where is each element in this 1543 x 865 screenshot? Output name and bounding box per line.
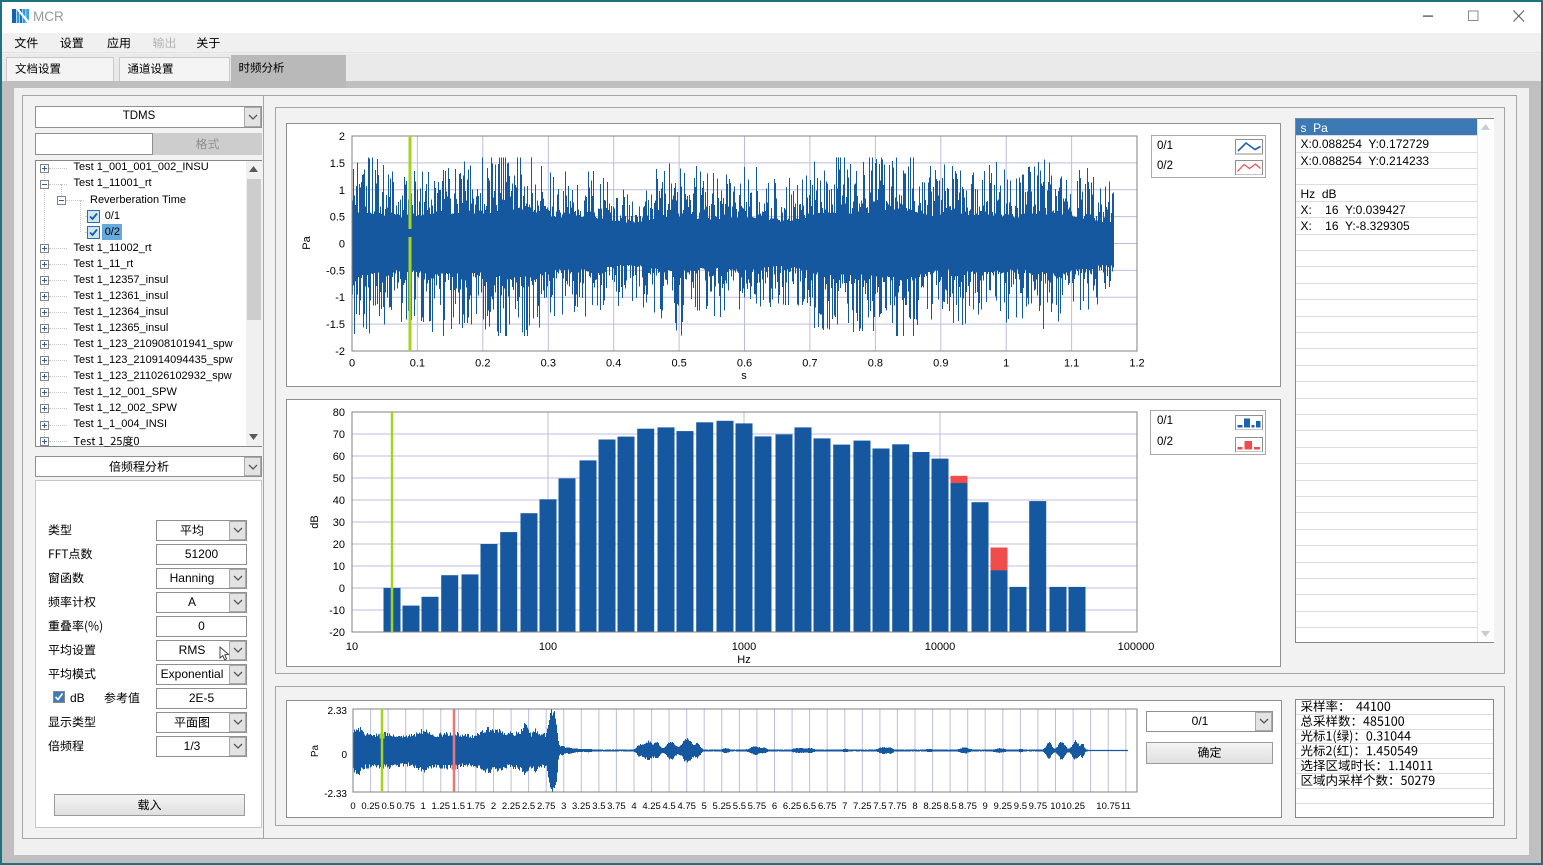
svg-text:4.25: 4.25 <box>642 801 661 812</box>
svg-text:7: 7 <box>842 801 847 812</box>
svg-text:-0.5: -0.5 <box>326 265 345 277</box>
svg-text:0.5: 0.5 <box>381 801 394 812</box>
svg-text:10.75: 10.75 <box>1096 801 1120 812</box>
svg-text:5.5: 5.5 <box>733 801 746 812</box>
svg-text:0: 0 <box>339 239 345 251</box>
svg-text:0: 0 <box>350 801 355 812</box>
svg-text:10: 10 <box>333 561 345 573</box>
svg-text:0.6: 0.6 <box>737 358 752 370</box>
svg-text:80: 80 <box>333 407 345 419</box>
svg-text:3.75: 3.75 <box>607 801 626 812</box>
svg-text:60: 60 <box>333 451 345 463</box>
svg-text:1.75: 1.75 <box>467 801 486 812</box>
svg-text:-20: -20 <box>329 627 345 639</box>
svg-text:2.33: 2.33 <box>328 706 348 717</box>
svg-text:70: 70 <box>333 429 345 441</box>
svg-text:0.1: 0.1 <box>410 358 425 370</box>
svg-text:30: 30 <box>333 517 345 529</box>
svg-text:Pa: Pa <box>310 744 321 757</box>
svg-text:Hz: Hz <box>737 654 750 666</box>
svg-text:4.75: 4.75 <box>677 801 696 812</box>
svg-text:40: 40 <box>333 495 345 507</box>
svg-text:0: 0 <box>349 358 355 370</box>
svg-text:0: 0 <box>341 750 347 761</box>
svg-text:7.5: 7.5 <box>873 801 886 812</box>
svg-text:5: 5 <box>702 801 707 812</box>
svg-text:0.75: 0.75 <box>396 801 415 812</box>
svg-text:8: 8 <box>912 801 917 812</box>
svg-text:2: 2 <box>339 131 345 143</box>
svg-text:1.25: 1.25 <box>432 801 451 812</box>
svg-text:-2.33: -2.33 <box>324 789 347 800</box>
svg-text:10000: 10000 <box>925 641 956 653</box>
svg-text:1000: 1000 <box>732 641 756 653</box>
svg-text:0.3: 0.3 <box>541 358 556 370</box>
svg-text:-2: -2 <box>335 346 345 358</box>
svg-text:-1: -1 <box>335 292 345 304</box>
svg-text:-10: -10 <box>329 605 345 617</box>
svg-text:100: 100 <box>539 641 557 653</box>
svg-text:Pa: Pa <box>301 235 313 249</box>
svg-text:0: 0 <box>339 583 345 595</box>
svg-text:50: 50 <box>333 473 345 485</box>
svg-text:10.25: 10.25 <box>1061 801 1085 812</box>
svg-text:0.4: 0.4 <box>606 358 621 370</box>
svg-text:9: 9 <box>983 801 988 812</box>
svg-text:0.5: 0.5 <box>671 358 686 370</box>
svg-text:2: 2 <box>491 801 496 812</box>
svg-text:4: 4 <box>631 801 636 812</box>
svg-text:100000: 100000 <box>1118 641 1155 653</box>
svg-text:1.2: 1.2 <box>1129 358 1144 370</box>
svg-text:0.8: 0.8 <box>868 358 883 370</box>
svg-text:10: 10 <box>346 641 358 653</box>
svg-text:8.25: 8.25 <box>923 801 942 812</box>
svg-text:0.7: 0.7 <box>802 358 817 370</box>
svg-text:1: 1 <box>1003 358 1009 370</box>
svg-text:7.25: 7.25 <box>853 801 872 812</box>
svg-text:3.5: 3.5 <box>592 801 605 812</box>
svg-text:4.5: 4.5 <box>662 801 675 812</box>
svg-text:3: 3 <box>561 801 566 812</box>
svg-text:1: 1 <box>339 185 345 197</box>
svg-text:2.25: 2.25 <box>502 801 520 812</box>
svg-text:2.75: 2.75 <box>537 801 556 812</box>
svg-text:1.1: 1.1 <box>1064 358 1079 370</box>
svg-text:0.25: 0.25 <box>361 801 380 812</box>
svg-text:0.5: 0.5 <box>330 212 345 224</box>
svg-text:1: 1 <box>421 801 426 812</box>
svg-text:0.9: 0.9 <box>933 358 948 370</box>
svg-text:7.75: 7.75 <box>888 801 907 812</box>
svg-text:0.2: 0.2 <box>475 358 490 370</box>
svg-text:5.75: 5.75 <box>748 801 767 812</box>
svg-text:1.5: 1.5 <box>452 801 465 812</box>
svg-text:dB: dB <box>309 515 321 528</box>
svg-text:10: 10 <box>1050 801 1061 812</box>
svg-text:11: 11 <box>1121 801 1131 812</box>
svg-text:6.25: 6.25 <box>783 801 802 812</box>
svg-text:6.5: 6.5 <box>803 801 816 812</box>
svg-text:s: s <box>741 370 747 382</box>
svg-text:9.25: 9.25 <box>994 801 1013 812</box>
svg-text:8.75: 8.75 <box>958 801 977 812</box>
svg-text:8.5: 8.5 <box>943 801 956 812</box>
svg-text:-1.5: -1.5 <box>326 319 345 331</box>
svg-text:9.75: 9.75 <box>1029 801 1048 812</box>
svg-text:3.25: 3.25 <box>572 801 591 812</box>
svg-text:1.5: 1.5 <box>330 158 345 170</box>
svg-text:20: 20 <box>333 539 345 551</box>
svg-text:6: 6 <box>772 801 777 812</box>
svg-text:5.25: 5.25 <box>713 801 732 812</box>
svg-text:2.5: 2.5 <box>522 801 535 812</box>
svg-text:6.75: 6.75 <box>818 801 837 812</box>
svg-text:9.5: 9.5 <box>1014 801 1027 812</box>
